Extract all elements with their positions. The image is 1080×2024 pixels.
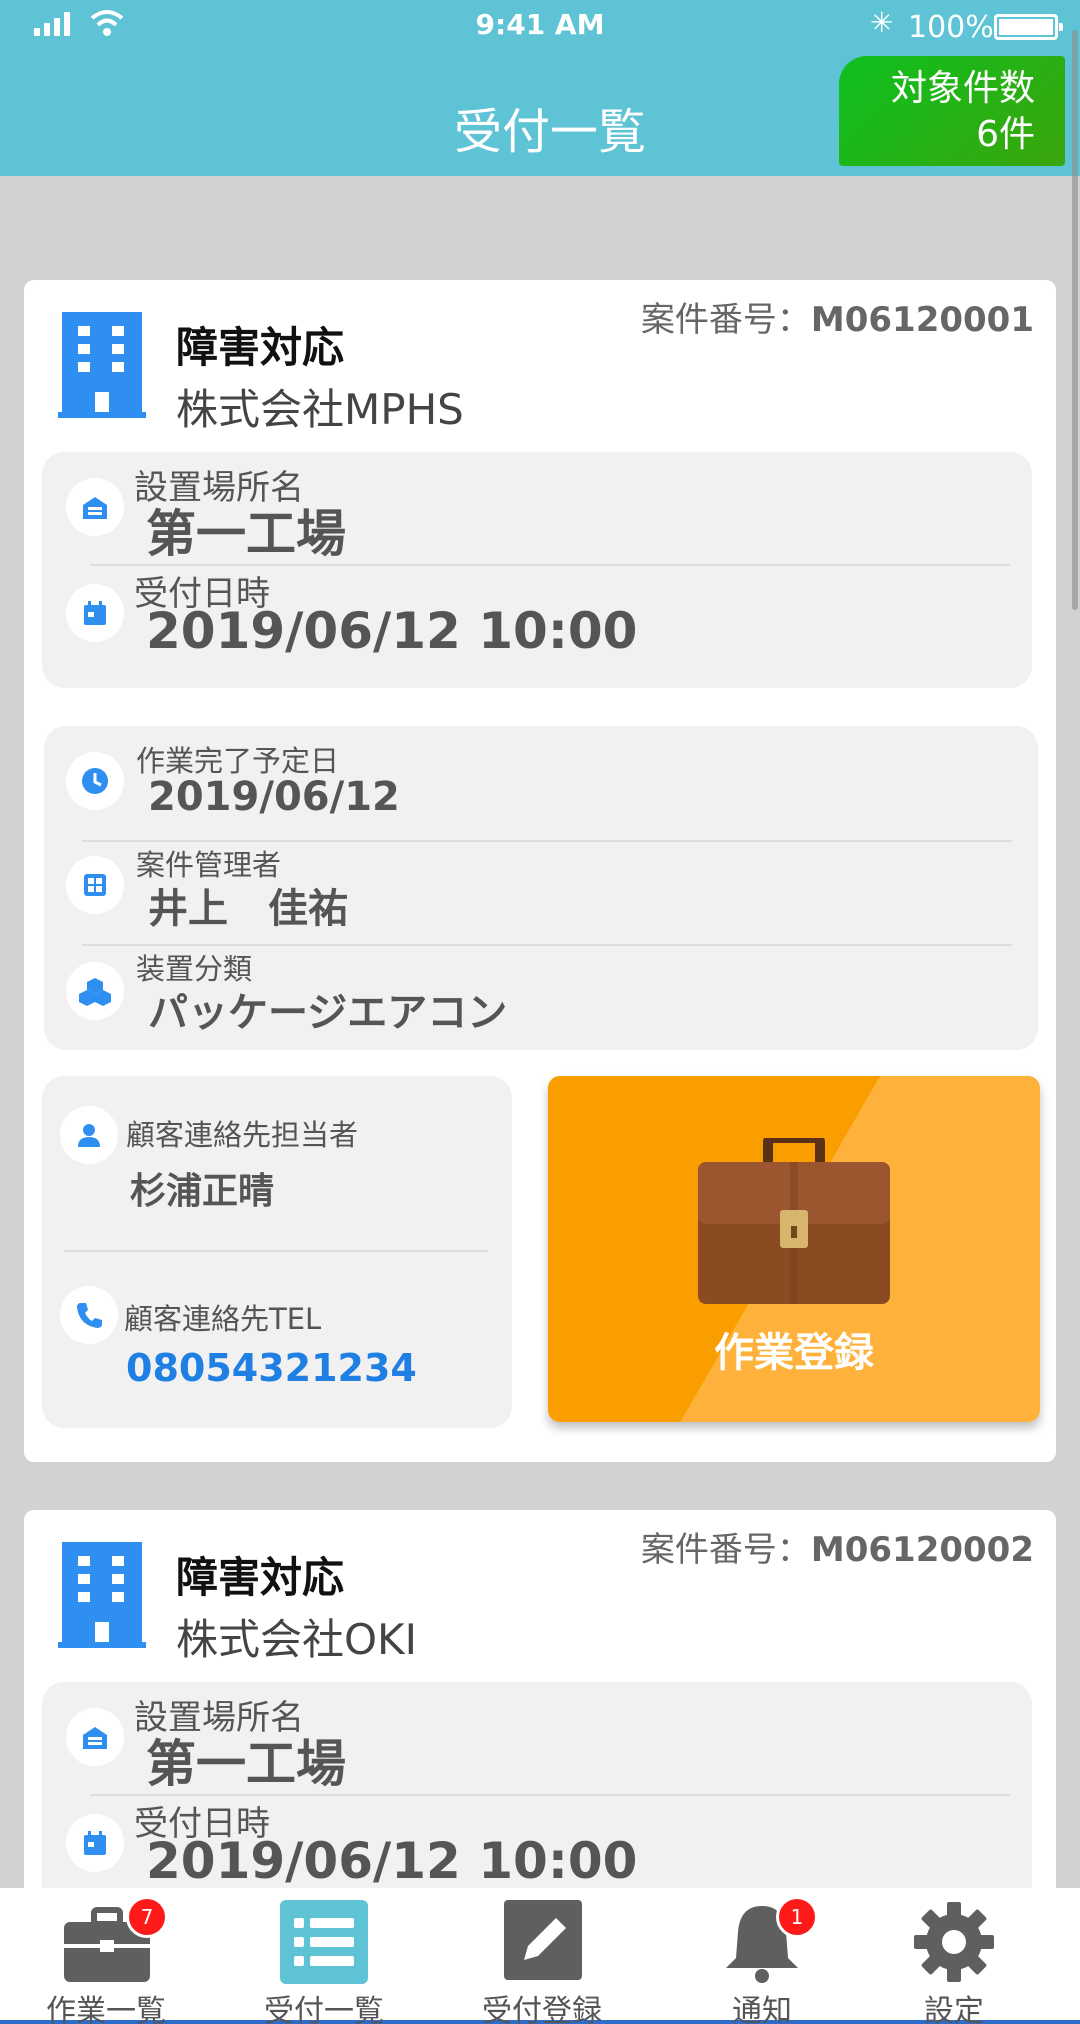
tab-settings[interactable]: 設定	[864, 1896, 1044, 2024]
contact-tel-label: 顧客連絡先TEL	[124, 1302, 322, 1336]
manager-value: 井上 佳祐	[148, 886, 348, 932]
work-register-button[interactable]: 作業登録	[548, 1076, 1040, 1422]
phone-icon	[60, 1286, 118, 1344]
case-type: 障害対応	[176, 323, 345, 372]
target-count-value: 6件	[976, 114, 1035, 155]
device-category-icon	[66, 962, 124, 1020]
work-register-label: 作業登録	[714, 1330, 874, 1376]
site-panel: 設置場所名 第一工場 受付日時 2019/06/12 10:00	[42, 1682, 1032, 1918]
case-card[interactable]: 案件番号：M06120002 障害対応 株式会社OKI 設置場所名 第一工場 受…	[24, 1510, 1056, 1930]
building-icon	[58, 1542, 146, 1648]
due-value: 2019/06/12	[148, 774, 400, 820]
case-number-value: M06120002	[810, 1530, 1034, 1570]
contact-person-label: 顧客連絡先担当者	[126, 1118, 359, 1152]
warehouse-icon	[66, 1708, 124, 1766]
battery-icon	[994, 14, 1063, 40]
calendar-icon	[66, 1814, 124, 1872]
tab-work-list[interactable]: 7 作業一覧	[16, 1896, 196, 2024]
tab-notifications[interactable]: 1 通知	[672, 1896, 852, 2024]
company-name: 株式会社MPHS	[176, 385, 464, 434]
header: 9:41 AM ✳ 100% 受付一覧 対象件数 6件	[0, 0, 1080, 176]
scrollbar[interactable]	[1072, 30, 1078, 610]
gear-icon	[914, 1902, 994, 1982]
tab-reception-list[interactable]: 受付一覧	[234, 1896, 414, 2024]
person-icon	[60, 1106, 118, 1164]
battery-percent: 100%	[908, 10, 994, 45]
manager-icon	[66, 856, 124, 914]
case-card[interactable]: 案件番号：M06120001 障害対応 株式会社MPHS 設置場所名 第一工場 …	[24, 280, 1056, 1462]
clock-icon	[66, 752, 124, 810]
case-number-label: 案件番号：	[640, 300, 811, 340]
divider	[64, 1250, 488, 1252]
contact-panel: 顧客連絡先担当者 杉浦正晴 顧客連絡先TEL 08054321234	[42, 1076, 512, 1428]
tab-bar: 7 作業一覧 受付一覧 受付登録 1 通知 設定	[0, 1888, 1080, 2024]
site-value: 第一工場	[146, 505, 346, 563]
contact-tel-link[interactable]: 08054321234	[126, 1346, 417, 1390]
detail-panel: 作業完了予定日 2019/06/12 案件管理者 井上 佳祐 装置分類 パッケー…	[44, 726, 1038, 1050]
contact-person-value: 杉浦正晴	[130, 1171, 275, 1212]
case-type: 障害対応	[176, 1553, 345, 1602]
target-count-badge: 対象件数 6件	[839, 56, 1065, 166]
work-list-badge: 7	[126, 1896, 168, 1938]
briefcase-icon	[698, 1138, 890, 1304]
tab-label: 作業一覧	[46, 1994, 166, 2024]
status-bar: 9:41 AM ✳ 100%	[0, 0, 1080, 54]
case-number-value: M06120001	[810, 300, 1034, 340]
target-count-label: 対象件数	[890, 68, 1035, 109]
list-icon	[280, 1900, 368, 1984]
company-name: 株式会社OKI	[176, 1615, 417, 1664]
calendar-icon	[66, 584, 124, 642]
tab-label: 通知	[732, 1994, 792, 2024]
building-icon	[58, 312, 146, 418]
site-panel: 設置場所名 第一工場 受付日時 2019/06/12 10:00	[42, 452, 1032, 688]
tab-label: 設定	[924, 1994, 984, 2024]
warehouse-icon	[66, 478, 124, 536]
case-number: 案件番号：M06120002	[641, 1522, 1034, 1571]
tab-reception-register[interactable]: 受付登録	[452, 1896, 632, 2024]
case-number-label: 案件番号：	[640, 1530, 811, 1570]
device-value: パッケージエアコン	[148, 990, 508, 1036]
pencil-icon	[504, 1900, 582, 1980]
case-number: 案件番号：M06120001	[641, 292, 1034, 341]
tab-label: 受付一覧	[264, 1994, 384, 2024]
received-value: 2019/06/12 10:00	[146, 1832, 638, 1890]
bluetooth-icon: ✳	[870, 6, 894, 39]
notification-badge: 1	[776, 1896, 818, 1938]
site-value: 第一工場	[146, 1735, 346, 1793]
tab-label: 受付登録	[482, 1994, 602, 2024]
received-value: 2019/06/12 10:00	[146, 602, 638, 660]
